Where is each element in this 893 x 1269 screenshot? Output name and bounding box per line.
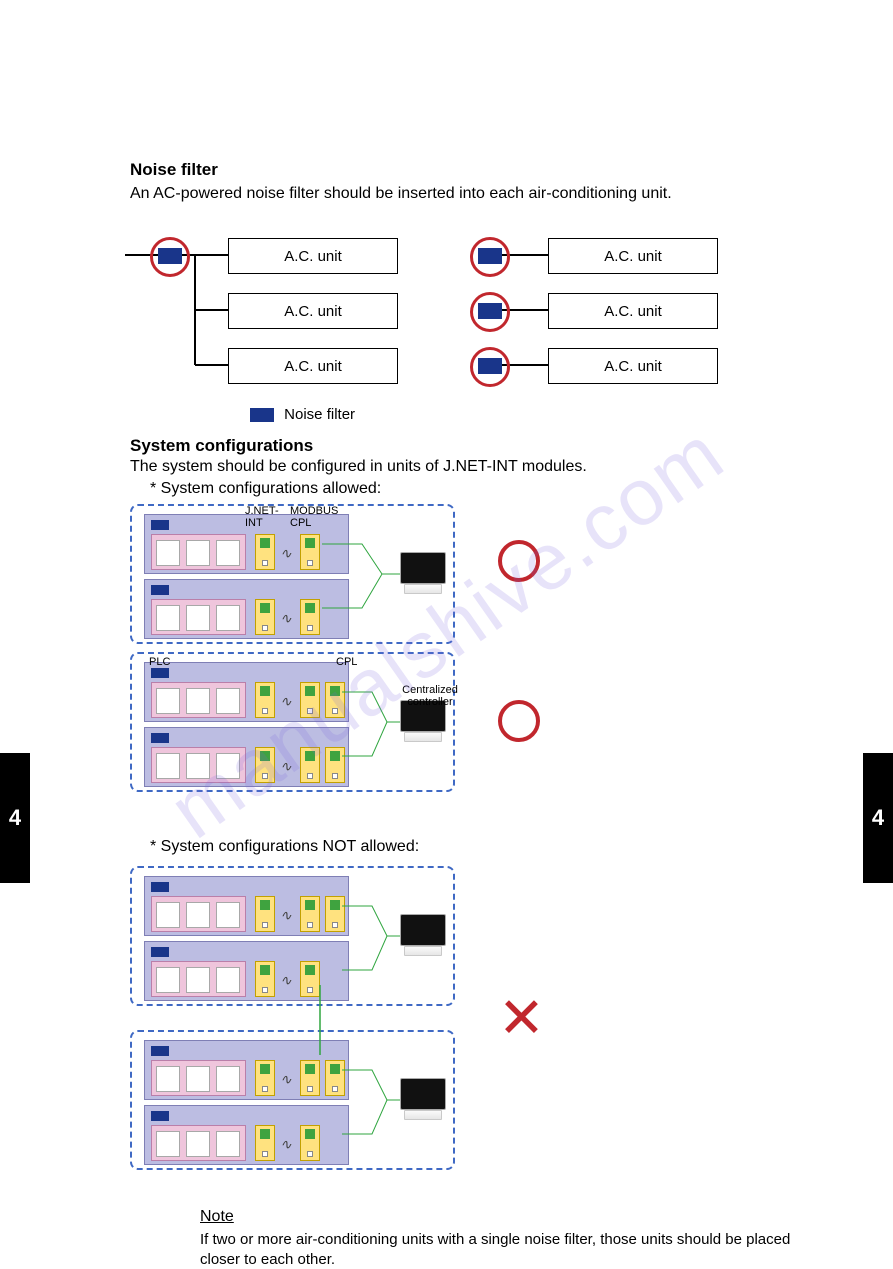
ok-mark-1 [498,540,540,582]
pc-controller [400,914,446,956]
circle-filter-3 [470,347,510,387]
text-noise-filter-body: An AC-powered noise filter should be ins… [130,185,672,203]
rack-label-cube [151,520,169,530]
ac-unit-box: A.C. unit [548,348,718,384]
circle-filter-2 [470,292,510,332]
page-tab-left: 4 [0,753,30,883]
note-label: Note [200,1208,234,1225]
ok-mark-2 [498,700,540,742]
legend-cube-icon [250,408,274,422]
label-jnet: J.NET- INT [245,505,279,529]
page-number-right: 4 [872,805,884,831]
ac-unit-box: A.C. unit [228,238,398,274]
label-plc: PLC [149,656,170,668]
circle-filter-1 [470,237,510,277]
label-centralized-controller: Centralized controller [400,684,460,708]
cpu-slot [156,540,180,566]
jnet-slot [255,534,275,570]
not-allowed-label: * System configurations NOT allowed: [150,838,419,856]
ac-unit-box: A.C. unit [228,293,398,329]
heading-noise-filter: Noise filter [130,160,218,180]
page-number-left: 4 [9,805,21,831]
ac-unit-box: A.C. unit [548,238,718,274]
cpu-box [151,534,246,570]
x-mark: ✕ [498,985,545,1051]
cpu-slot [216,540,240,566]
pc-controller [400,1078,446,1120]
label-modbus-cpl: MODBUS CPL [290,505,338,529]
circle-shared-filter [150,237,190,277]
system-group-notallowed-1: ∿ ∿ [130,866,455,1006]
rack-label-cube [151,585,169,595]
ac-unit-box: A.C. unit [228,348,398,384]
text-system-config-body: The system should be configured in units… [130,458,587,476]
cable-svg [322,536,412,626]
ac-unit-box: A.C. unit [548,293,718,329]
jnet-slot [300,534,320,570]
noise-filter-legend: Noise filter [250,406,355,423]
system-group-allowed-2: ∿ ∿ [130,652,455,792]
rack: ∿ [144,579,349,639]
cpu-slot [186,540,210,566]
zigzag-icon: ∿ [280,545,292,562]
page-tab-right: 4 [863,753,893,883]
cross-link [300,985,340,1055]
pc-controller [400,552,446,594]
label-cpl: CPL [336,656,357,668]
note-body: If two or more air-conditioning units wi… [200,1230,800,1269]
heading-system-config: System configurations [130,436,313,456]
allowed-label: * System configurations allowed: [150,480,381,498]
cpu-box [151,599,246,635]
system-group-notallowed-2: ∿ ∿ [130,1030,455,1170]
